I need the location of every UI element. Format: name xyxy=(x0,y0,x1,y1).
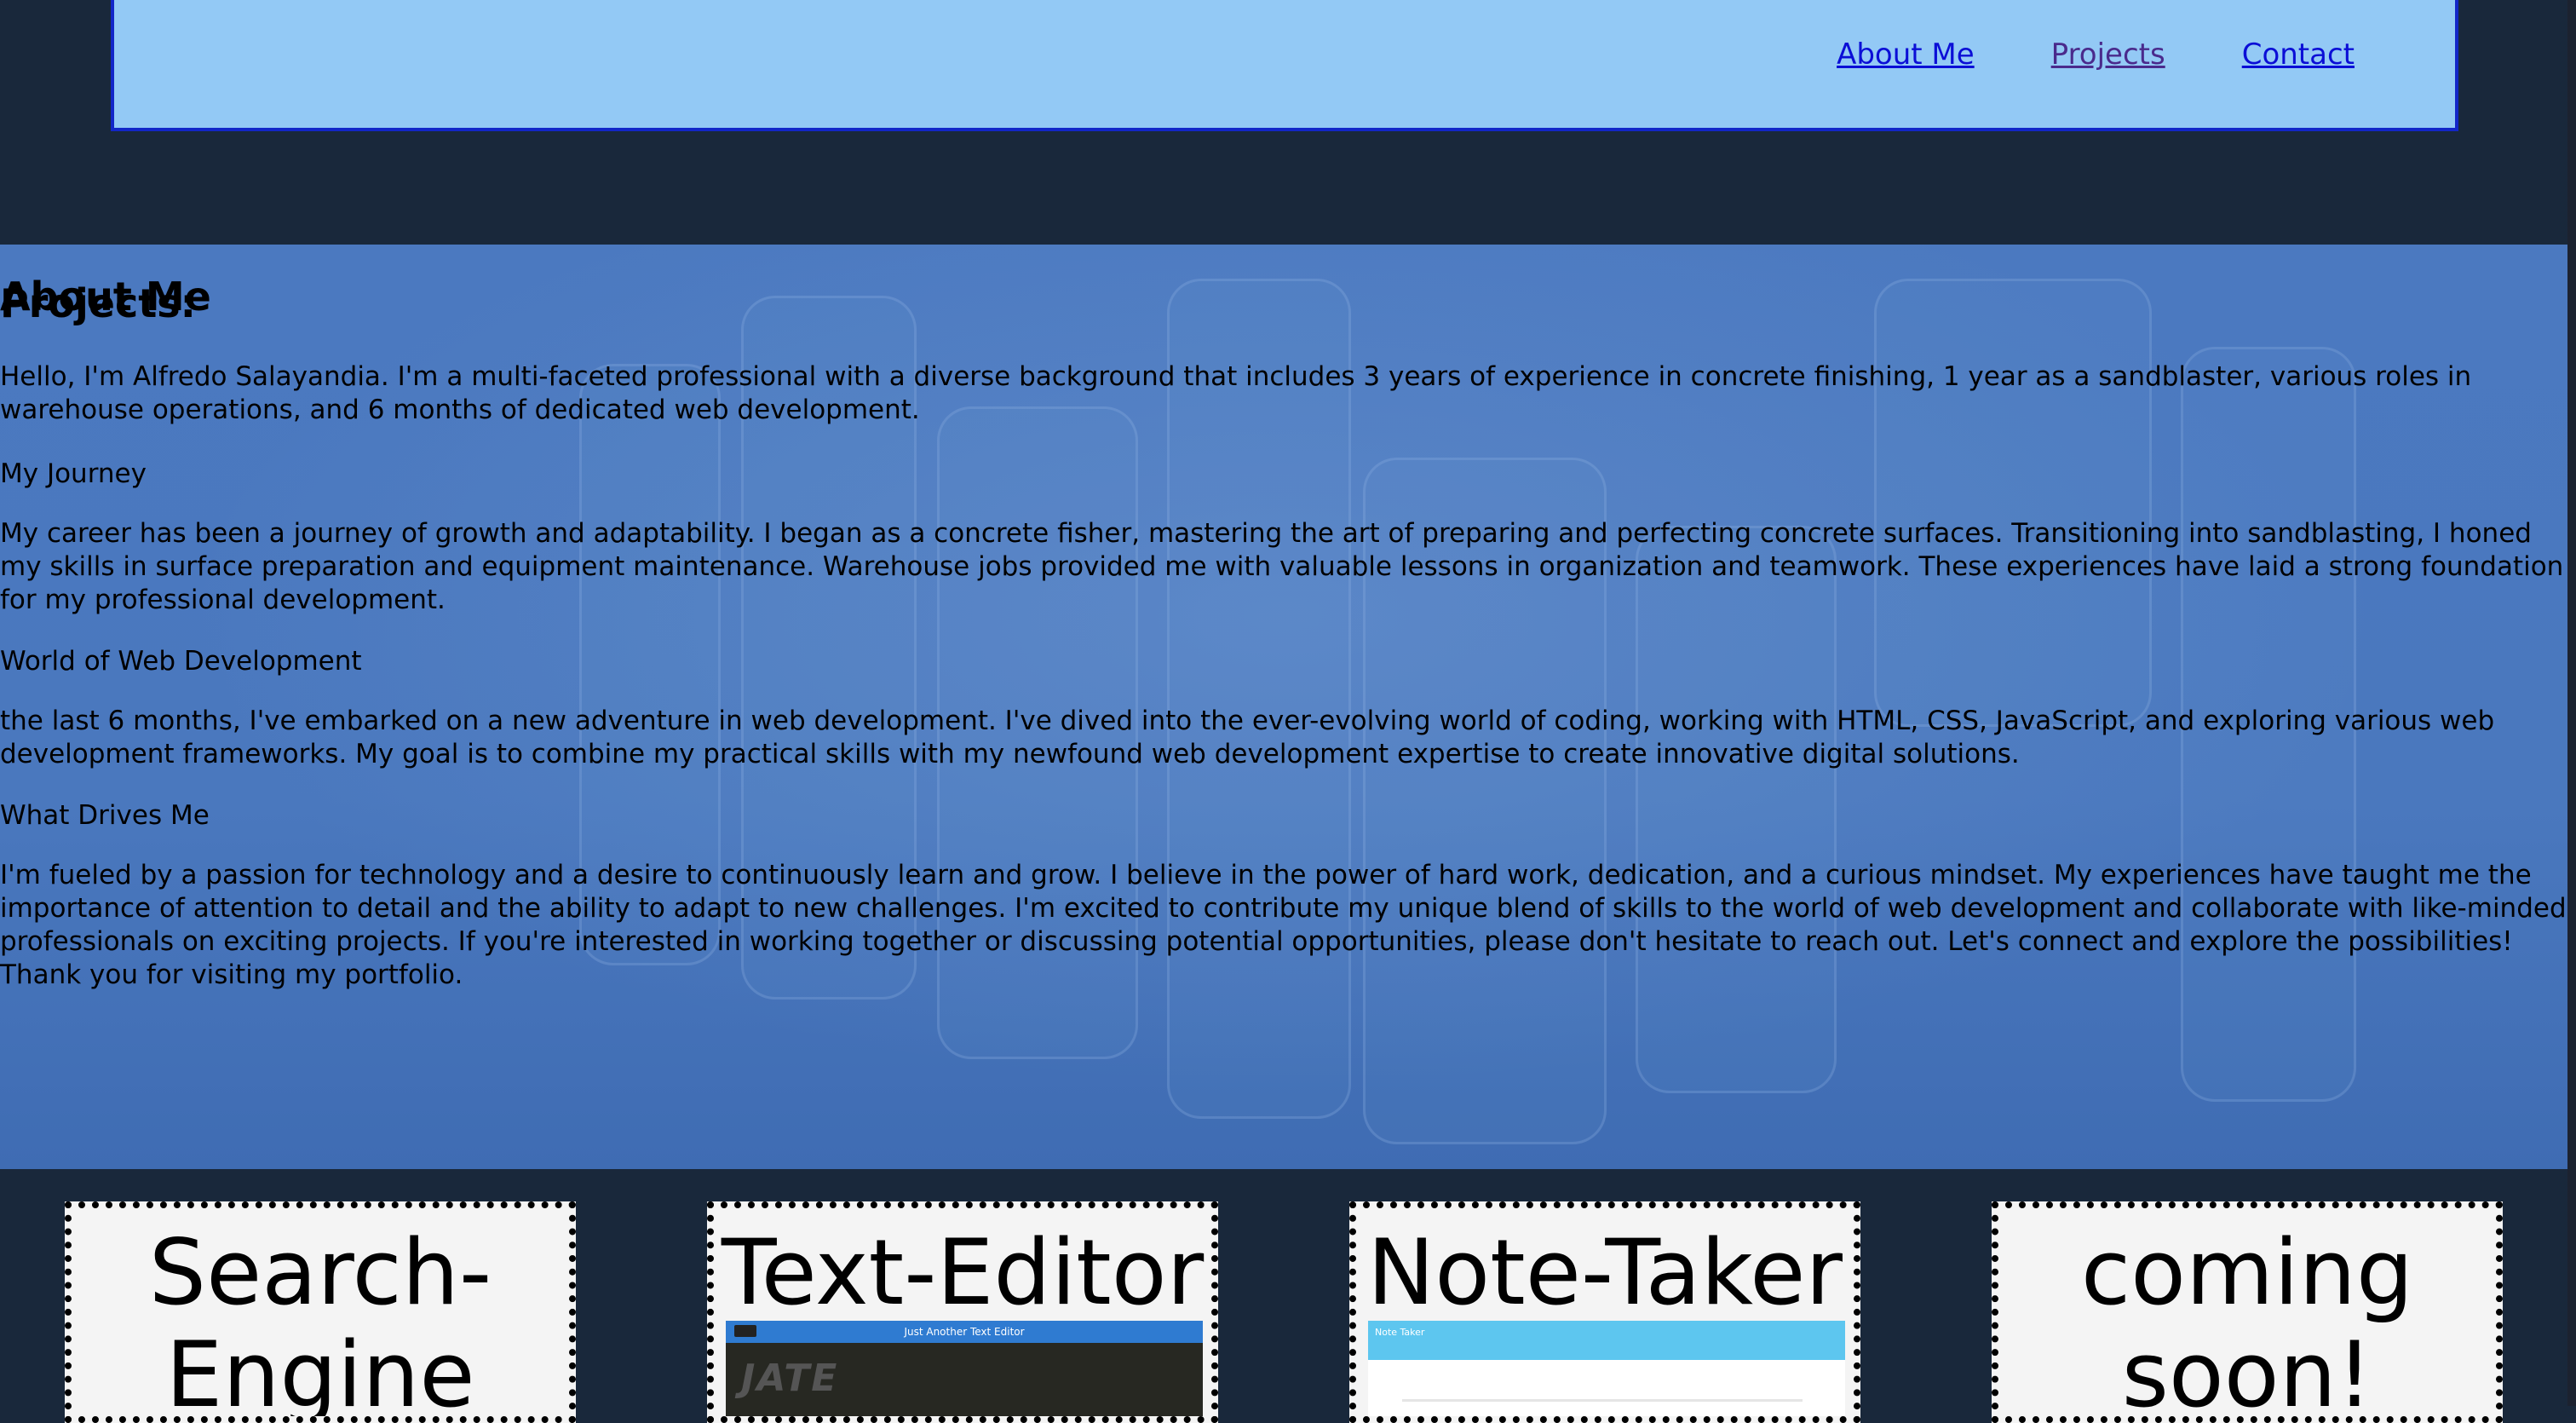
journey-text: My career has been a journey of growth a… xyxy=(0,518,2564,615)
project-title: coming soon! xyxy=(2080,1220,2414,1423)
project-title: Text-Editor xyxy=(721,1220,1205,1325)
preview-header: Note Taker xyxy=(1368,1321,1845,1360)
project-screenshot: Just Another Text Editor JATE xyxy=(726,1321,1203,1416)
nav-link-about-me[interactable]: About Me xyxy=(1837,37,1975,72)
preview-header: Just Another Text Editor xyxy=(726,1321,1203,1343)
main-nav: About Me Projects Contact xyxy=(1837,37,2355,72)
journey-heading: My Journey xyxy=(0,458,147,489)
webdev-heading: World of Web Development xyxy=(0,646,362,677)
nav-link-contact[interactable]: Contact xyxy=(2242,37,2355,72)
preview-install-button xyxy=(734,1325,756,1337)
preview-logo: JATE xyxy=(741,1357,839,1400)
preview-divider xyxy=(1402,1399,1803,1402)
nav-link-projects[interactable]: Projects xyxy=(2051,37,2165,72)
project-title: Note-Taker xyxy=(1366,1220,1843,1325)
project-card-note-taker[interactable]: Note-Taker Note Taker xyxy=(1349,1201,1860,1423)
project-card-coming-soon[interactable]: coming soon! xyxy=(1992,1201,2503,1423)
drives-heading: What Drives Me xyxy=(0,800,210,831)
window-edge xyxy=(2567,0,2576,1406)
about-section: About Me Hello, I'm Alfredo Salayandia. … xyxy=(0,245,2567,1169)
project-card-text-editor[interactable]: Text-Editor Just Another Text Editor JAT… xyxy=(707,1201,1218,1423)
about-intro: Hello, I'm Alfredo Salayandia. I'm a mul… xyxy=(0,361,2472,425)
projects-heading: Projects: xyxy=(0,280,196,326)
project-title: Search-Engine xyxy=(148,1220,492,1423)
webdev-text: the last 6 months, I've embarked on a ne… xyxy=(0,706,2495,769)
project-card-search-engine[interactable]: Search-Engine xyxy=(65,1201,576,1423)
project-screenshot: Note Taker xyxy=(1368,1321,1845,1416)
drives-text: I'm fueled by a passion for technology a… xyxy=(0,860,2567,990)
site-header: About Me Projects Contact xyxy=(111,0,2458,131)
